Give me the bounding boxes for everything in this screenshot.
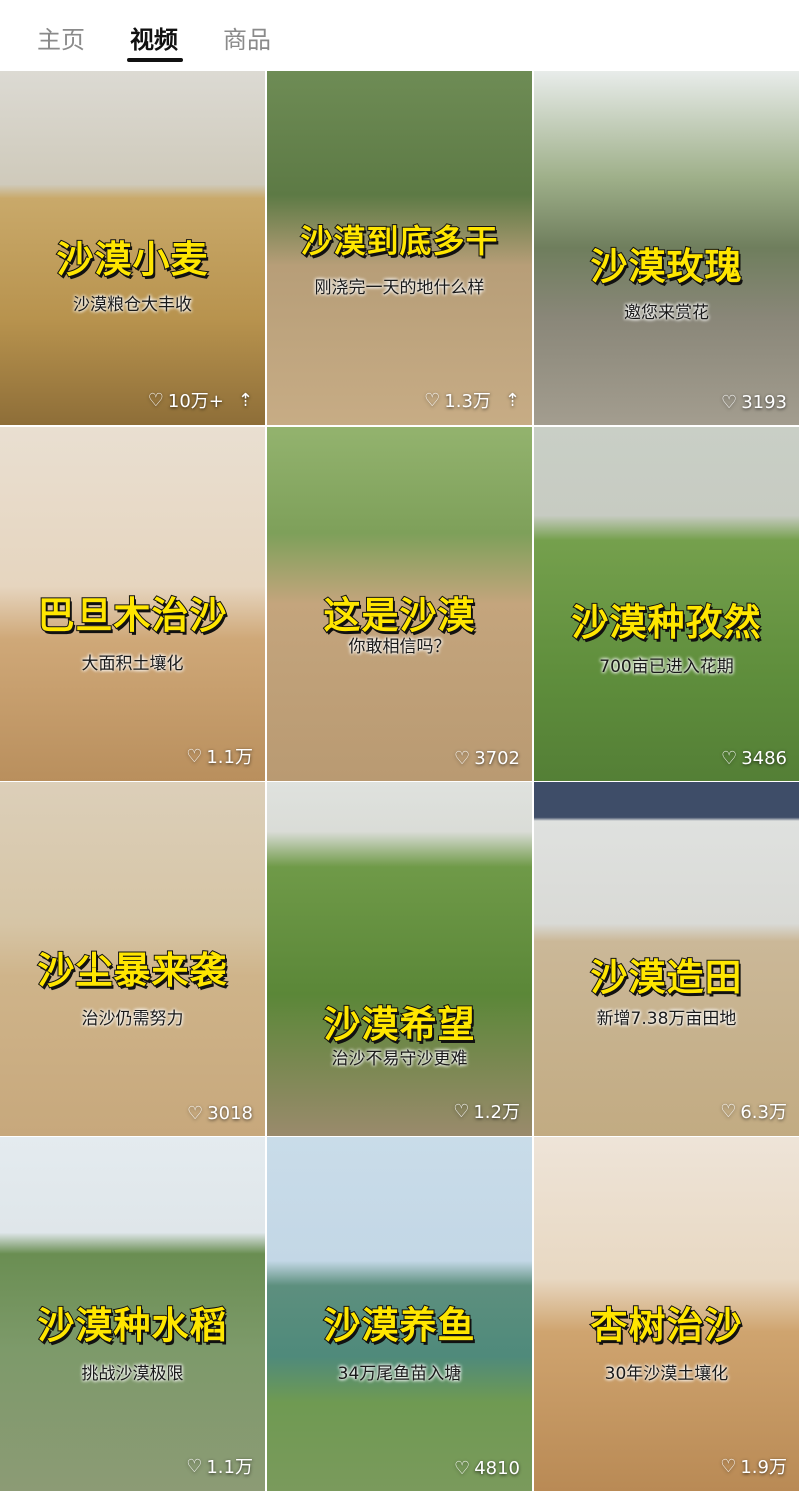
like-count: ♡ 1.1万 [186, 1453, 253, 1479]
like-count: ♡ 3702 [454, 748, 520, 769]
like-count-value: 1.9万 [740, 1457, 787, 1478]
like-count-value: 10万+ [167, 391, 224, 412]
like-count: ♡ 3486 [721, 748, 787, 769]
tab-bar: 主页 视频 商品 [0, 0, 800, 70]
heart-outline-icon: ♡ [424, 389, 441, 411]
video-subtitle: 邀您来赏花 [624, 303, 709, 323]
video-title: 沙漠造田 [590, 955, 743, 1000]
video-tile[interactable]: 沙漠种孜然 700亩已进入花期 ♡ 3486 [534, 427, 799, 781]
like-count-value: 3702 [474, 748, 520, 769]
heart-outline-icon: ♡ [147, 389, 164, 411]
video-title: 沙漠养鱼 [323, 1303, 476, 1348]
like-count: ♡ 4810 [454, 1458, 520, 1479]
like-count: ♡ 1.2万 [453, 1098, 520, 1124]
active-tab-indicator [127, 58, 183, 62]
video-title: 沙漠玫瑰 [590, 244, 743, 289]
video-tile[interactable]: 沙尘暴来袭 治沙仍需努力 ♡ 3018 [0, 782, 265, 1136]
tab-products[interactable]: 商品 [223, 20, 271, 55]
video-subtitle: 你敢相信吗？ [348, 637, 451, 657]
video-subtitle: 挑战沙漠极限 [81, 1364, 184, 1384]
video-title: 这是沙漠 [323, 593, 476, 638]
like-count-value: 4810 [474, 1458, 520, 1479]
video-tile[interactable]: 沙漠养鱼 34万尾鱼苗入塘 ♡ 4810 [267, 1137, 532, 1491]
like-count: ♡ 1.9万 [720, 1453, 787, 1479]
like-count-value: 1.1万 [206, 1457, 253, 1478]
heart-outline-icon: ♡ [186, 1455, 203, 1477]
heart-outline-icon: ♡ [720, 1100, 737, 1122]
video-subtitle: 治沙仍需努力 [81, 1009, 184, 1029]
heart-outline-icon: ♡ [454, 748, 471, 769]
video-tile[interactable]: 沙漠种水稻 挑战沙漠极限 ♡ 1.1万 [0, 1137, 265, 1491]
pin-top-icon: ⇡ [237, 389, 253, 411]
tab-home[interactable]: 主页 [37, 20, 85, 55]
pin-top-icon: ⇡ [504, 389, 520, 411]
video-tile[interactable]: 巴旦木治沙 大面积土壤化 ♡ 1.1万 [0, 427, 265, 781]
video-title: 沙漠到底多干 [299, 221, 499, 261]
video-title: 沙漠小麦 [56, 237, 209, 282]
video-tile[interactable]: 沙漠造田 新增7.38万亩田地 ♡ 6.3万 [534, 782, 799, 1136]
like-count-value: 6.3万 [740, 1102, 787, 1123]
like-count-value: 1.2万 [473, 1102, 520, 1123]
heart-outline-icon: ♡ [720, 1455, 737, 1477]
video-tile[interactable]: 沙漠希望 治沙不易守沙更难 ♡ 1.2万 [267, 782, 532, 1136]
video-tile[interactable]: 这是沙漠 你敢相信吗？ ♡ 3702 [267, 427, 532, 781]
video-thumbnail [267, 782, 532, 1136]
video-subtitle: 刚浇完一天的地什么样 [314, 278, 485, 298]
video-tile[interactable]: 杏树治沙 30年沙漠土壤化 ♡ 1.9万 [534, 1137, 799, 1491]
like-count-value: 1.3万 [444, 391, 491, 412]
video-subtitle: 沙漠粮仓大丰收 [73, 295, 192, 315]
heart-outline-icon: ♡ [453, 1100, 470, 1122]
heart-outline-icon: ♡ [721, 392, 738, 413]
video-tile[interactable]: 沙漠到底多干 刚浇完一天的地什么样 ♡ 1.3万 ⇡ [267, 71, 532, 425]
video-title: 巴旦木治沙 [37, 593, 228, 638]
video-title: 沙漠希望 [323, 1002, 476, 1047]
like-count-value: 3193 [741, 392, 787, 413]
like-count: ♡ 3193 [721, 392, 787, 413]
like-count: ♡ 1.3万 ⇡ [424, 387, 520, 413]
video-subtitle: 治沙不易守沙更难 [331, 1049, 468, 1069]
video-title: 沙漠种孜然 [571, 600, 762, 645]
heart-outline-icon: ♡ [187, 1103, 204, 1124]
like-count-value: 3486 [741, 748, 787, 769]
video-tile[interactable]: 沙漠玫瑰 邀您来赏花 ♡ 3193 [534, 71, 799, 425]
like-count: ♡ 10万+ ⇡ [148, 387, 253, 413]
like-count: ♡ 6.3万 [720, 1098, 787, 1124]
video-subtitle: 700亩已进入花期 [599, 657, 734, 677]
video-tile[interactable]: 沙漠小麦 沙漠粮仓大丰收 ♡ 10万+ ⇡ [0, 71, 265, 425]
like-count: ♡ 1.1万 [186, 743, 253, 769]
like-count: ♡ 3018 [187, 1103, 253, 1124]
heart-outline-icon: ♡ [186, 745, 203, 767]
video-subtitle: 大面积土壤化 [81, 654, 184, 674]
heart-outline-icon: ♡ [454, 1458, 471, 1479]
heart-outline-icon: ♡ [721, 748, 738, 769]
like-count-value: 1.1万 [206, 747, 253, 768]
video-title: 沙尘暴来袭 [37, 948, 228, 993]
like-count-value: 3018 [207, 1103, 253, 1124]
video-title: 沙漠种水稻 [37, 1303, 228, 1348]
video-subtitle: 新增7.38万亩田地 [596, 1009, 737, 1029]
tab-videos[interactable]: 视频 [130, 20, 178, 55]
video-subtitle: 34万尾鱼苗入塘 [337, 1364, 462, 1384]
video-subtitle: 30年沙漠土壤化 [604, 1364, 729, 1384]
video-title: 杏树治沙 [590, 1303, 743, 1348]
